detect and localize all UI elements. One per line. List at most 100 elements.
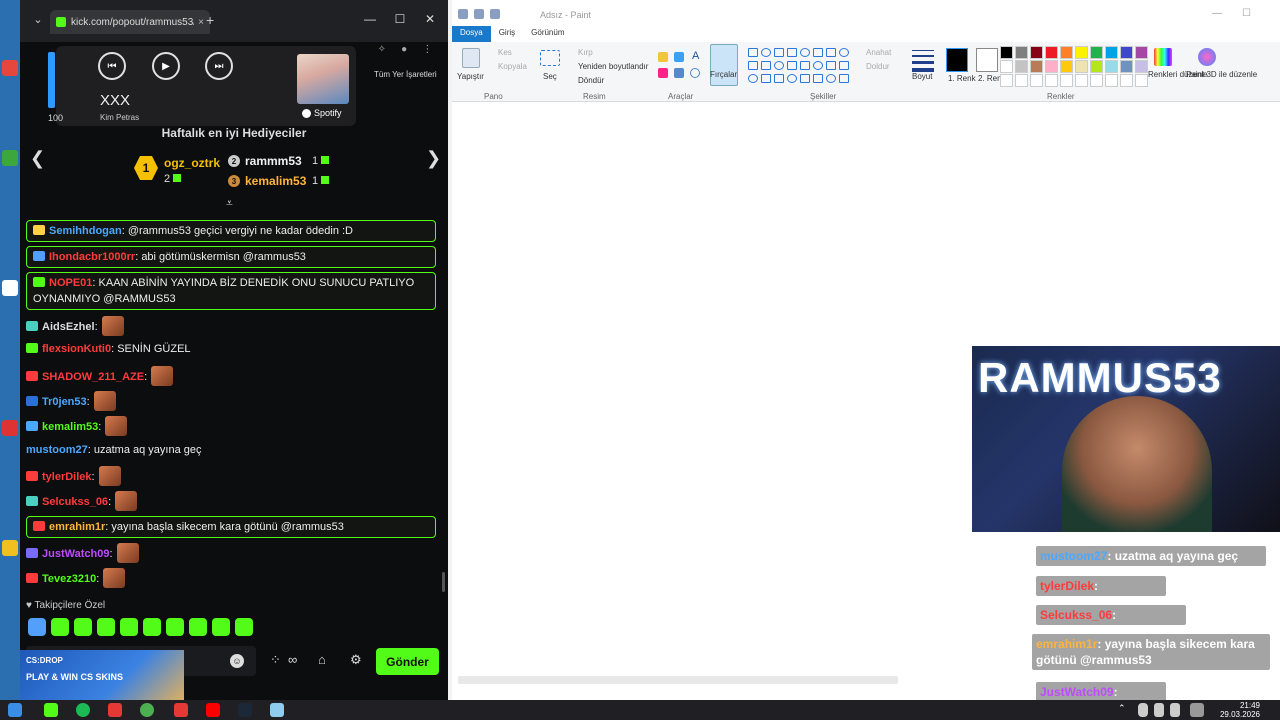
shapes-gallery[interactable] (748, 48, 849, 84)
palette-swatch[interactable] (1030, 60, 1043, 73)
shape-icon[interactable] (826, 61, 836, 70)
connections-icon[interactable]: ⁘ (270, 652, 281, 668)
chat-username[interactable]: mustoom27 (26, 444, 88, 456)
chat-username[interactable]: Semihhdogan (49, 225, 122, 237)
chat-username[interactable]: kemalim53 (42, 421, 98, 433)
chat-username[interactable]: NOPE01 (49, 277, 92, 289)
desktop-icon[interactable] (2, 280, 18, 296)
system-clock[interactable]: 21:49 29.03.2026 (1220, 701, 1260, 719)
emote-icon[interactable] (143, 618, 161, 636)
emote-icon[interactable] (51, 618, 69, 636)
chat-username[interactable]: JustWatch09 (42, 548, 109, 560)
previous-track-icon[interactable]: ⏮ (98, 52, 126, 80)
palette-swatch[interactable] (1045, 60, 1058, 73)
palette-swatch[interactable] (1075, 46, 1088, 59)
window-close-icon[interactable]: ✕ (420, 12, 440, 26)
shape-icon[interactable] (787, 48, 797, 57)
all-bookmarks-link[interactable]: Tüm Yer İşaretleri (374, 70, 437, 79)
tray-icon[interactable] (1190, 703, 1204, 717)
palette-swatch[interactable] (1000, 60, 1013, 73)
paint-minimize-icon[interactable]: — (1212, 8, 1222, 19)
brushes-button[interactable] (710, 44, 738, 86)
shape-icon[interactable] (826, 74, 836, 83)
shape-icon[interactable] (774, 48, 784, 57)
palette-swatch-empty[interactable] (1135, 74, 1148, 87)
volume-slider[interactable] (48, 52, 55, 108)
shape-icon[interactable] (774, 61, 784, 70)
chat-username[interactable]: emrahim1r (49, 521, 105, 533)
magnifier-icon[interactable] (690, 68, 700, 78)
chrome-taskbar-icon[interactable] (140, 703, 154, 717)
shape-icon[interactable] (813, 61, 823, 70)
horizontal-scrollbar[interactable] (458, 676, 898, 684)
chat-username[interactable]: tylerDilek (42, 471, 92, 483)
chat-username[interactable]: Tr0jen53 (42, 396, 87, 408)
palette-swatch[interactable] (1090, 60, 1103, 73)
color-picker-icon[interactable] (674, 68, 684, 78)
next-arrow-icon[interactable]: ❯ (426, 148, 441, 169)
microphone-icon[interactable] (1138, 703, 1148, 717)
palette-swatch-empty[interactable] (1075, 74, 1088, 87)
emote-icon[interactable] (74, 618, 92, 636)
palette-swatch[interactable] (1060, 60, 1073, 73)
shape-icon[interactable] (761, 74, 771, 83)
browser-tab[interactable]: kick.com/popout/rammus53/ch × (50, 10, 210, 34)
shape-icon[interactable] (839, 48, 849, 57)
palette-swatch[interactable] (1030, 46, 1043, 59)
paint3d-icon[interactable] (1198, 48, 1216, 66)
palette-swatch-empty[interactable] (1060, 74, 1073, 87)
palette-swatch[interactable] (1105, 46, 1118, 59)
new-tab-icon[interactable]: + (206, 12, 214, 28)
select-icon[interactable] (540, 50, 560, 66)
chat-username[interactable]: Ihondacbr1000rr (49, 251, 135, 263)
network-icon[interactable] (1154, 703, 1164, 717)
next-track-icon[interactable]: ⏭ (205, 52, 233, 80)
emote-icon[interactable] (28, 618, 46, 636)
shape-icon[interactable] (761, 48, 771, 57)
desktop-icon[interactable] (2, 60, 18, 76)
palette-swatch[interactable] (1135, 46, 1148, 59)
size-label[interactable]: Boyut (912, 72, 932, 81)
fill-bucket-icon[interactable] (674, 52, 684, 62)
shape-icon[interactable] (800, 74, 810, 83)
shape-icon[interactable] (787, 61, 797, 70)
tray-expand-icon[interactable]: ⌃ (1118, 703, 1128, 717)
volume-icon[interactable] (1170, 703, 1180, 717)
advertisement-banner[interactable]: CS:DROP PLAY & WIN CS SKINS (20, 650, 184, 704)
emote-icon[interactable] (166, 618, 184, 636)
palette-swatch-empty[interactable] (1000, 74, 1013, 87)
emote-icon[interactable] (97, 618, 115, 636)
palette-swatch-empty[interactable] (1090, 74, 1103, 87)
chat-username[interactable]: flexsionKuti0 (42, 343, 111, 355)
palette-swatch-empty[interactable] (1030, 74, 1043, 87)
paint-maximize-icon[interactable]: ☐ (1242, 8, 1251, 19)
color1-swatch[interactable] (946, 48, 968, 72)
crop-label[interactable]: Kırp (578, 48, 593, 57)
select-label[interactable]: Seç (543, 72, 557, 81)
chat-username[interactable]: AidsEzhel (42, 321, 95, 333)
outline-label[interactable]: Anahat (866, 48, 891, 57)
play-icon[interactable]: ▶ (152, 52, 180, 80)
gifter-1-name[interactable]: ogz_oztrk (164, 156, 220, 170)
emote-icon[interactable] (212, 618, 230, 636)
palette-swatch[interactable] (1120, 46, 1133, 59)
shape-icon[interactable] (787, 74, 797, 83)
paste-icon[interactable] (462, 48, 480, 68)
redo-icon[interactable] (490, 9, 500, 19)
palette-swatch-empty[interactable] (1045, 74, 1058, 87)
chat-username[interactable]: Selcukss_06 (42, 496, 108, 508)
color2-swatch[interactable] (976, 48, 998, 72)
eraser-icon[interactable] (658, 68, 668, 78)
palette-swatch-empty[interactable] (1120, 74, 1133, 87)
palette-swatch[interactable] (1090, 46, 1103, 59)
edit-colors-label[interactable]: Renkleri düzenle (1148, 70, 1208, 79)
shape-icon[interactable] (800, 48, 810, 57)
kick-taskbar-icon[interactable] (44, 703, 58, 717)
shape-icon[interactable] (813, 48, 823, 57)
emote-icon[interactable] (235, 618, 253, 636)
steam-taskbar-icon[interactable] (238, 703, 252, 717)
emote-icon[interactable] (120, 618, 138, 636)
shape-icon[interactable] (826, 48, 836, 57)
start-icon[interactable] (8, 703, 22, 717)
cut-label[interactable]: Kes (498, 48, 512, 57)
